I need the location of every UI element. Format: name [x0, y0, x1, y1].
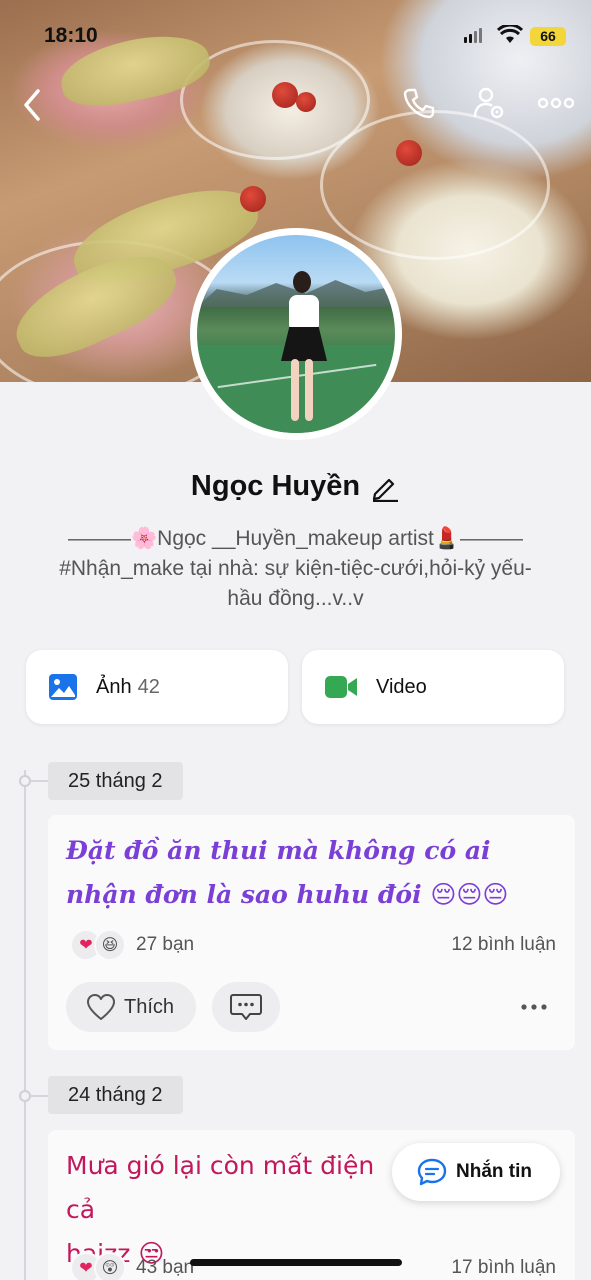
reaction-row: ❤ 😆 27 bạn 12 bình luận	[70, 929, 556, 961]
reaction-count: 27 bạn	[136, 934, 195, 955]
date-chip: 24 tháng 2	[48, 1076, 183, 1114]
user-settings-icon[interactable]	[472, 86, 506, 120]
reaction-summary[interactable]: ❤ 😲 43 bạn	[70, 1252, 194, 1280]
edit-pencil-icon[interactable]	[370, 472, 400, 502]
profile-name-row: Ngọc Huyền	[0, 470, 591, 503]
heart-outline-icon	[87, 994, 115, 1020]
profile-name: Ngọc Huyền	[190, 470, 361, 502]
timeline-tick	[31, 1095, 49, 1097]
post-actions: Thích	[66, 982, 556, 1032]
timeline-line	[24, 770, 26, 1280]
reaction-summary[interactable]: ❤ 😆 27 bạn	[70, 929, 194, 961]
photos-label: Ảnh	[96, 675, 132, 698]
comment-count[interactable]: 17 bình luận	[451, 1257, 556, 1279]
photos-count: 42	[137, 675, 160, 698]
status-time: 18:10	[44, 24, 98, 47]
avatar[interactable]	[190, 228, 402, 440]
comment-icon	[230, 994, 263, 1020]
bio-line: ———🌸Ngọc __Huyền_makeup artist💄———	[68, 527, 523, 550]
post-body: Đặt đồ ăn thui mà không có ai nhận đơn l…	[66, 836, 491, 909]
video-button[interactable]: Video	[302, 650, 564, 724]
battery-indicator: 66	[530, 27, 566, 46]
timeline-dot	[19, 775, 31, 787]
bio-line: #Nhận_make tại nhà: sự kiện-tiệc-cưới,hỏ…	[59, 557, 532, 580]
status-bar: 18:10 66	[0, 0, 591, 60]
post-body: Mưa gió lại còn mất điện cả	[66, 1151, 375, 1224]
more-horizontal-icon[interactable]	[538, 96, 574, 110]
post-text: Đặt đồ ăn thui mà không có ai nhận đơn l…	[66, 829, 566, 917]
message-button[interactable]: Nhắn tin	[392, 1143, 560, 1201]
date-chip: 25 tháng 2	[48, 762, 183, 800]
post-emojis: 😔😔😔	[430, 880, 509, 909]
phone-icon[interactable]	[402, 86, 436, 120]
wifi-icon	[497, 25, 523, 43]
profile-bio: ———🌸Ngọc __Huyền_makeup artist💄——— #Nhận…	[20, 524, 571, 614]
video-label: Video	[376, 675, 427, 698]
video-camera-icon	[325, 676, 357, 698]
chat-bubble-icon	[417, 1158, 447, 1186]
wow-reaction-icon: 😲	[94, 1252, 126, 1280]
more-horizontal-icon[interactable]	[520, 1003, 548, 1011]
like-button[interactable]: Thích	[66, 982, 197, 1032]
chevron-left-icon[interactable]	[22, 88, 42, 122]
timeline-tick	[31, 780, 49, 782]
laugh-reaction-icon: 😆	[94, 929, 126, 961]
home-indicator[interactable]	[190, 1259, 402, 1266]
comment-count[interactable]: 12 bình luận	[451, 934, 556, 956]
image-icon	[49, 674, 77, 700]
photos-button[interactable]: Ảnh 42	[26, 650, 288, 724]
reaction-row: ❤ 😲 43 bạn 17 bình luận	[70, 1252, 556, 1280]
message-label: Nhắn tin	[456, 1161, 532, 1182]
like-label: Thích	[124, 995, 175, 1018]
reaction-count: 43 bạn	[136, 1257, 195, 1278]
comment-button[interactable]	[212, 982, 281, 1032]
post-card[interactable]: Đặt đồ ăn thui mà không có ai nhận đơn l…	[48, 815, 575, 1050]
cellular-signal-icon	[464, 28, 482, 43]
bio-line: hầu đồng...v..v	[227, 587, 364, 610]
timeline-dot	[19, 1090, 31, 1102]
